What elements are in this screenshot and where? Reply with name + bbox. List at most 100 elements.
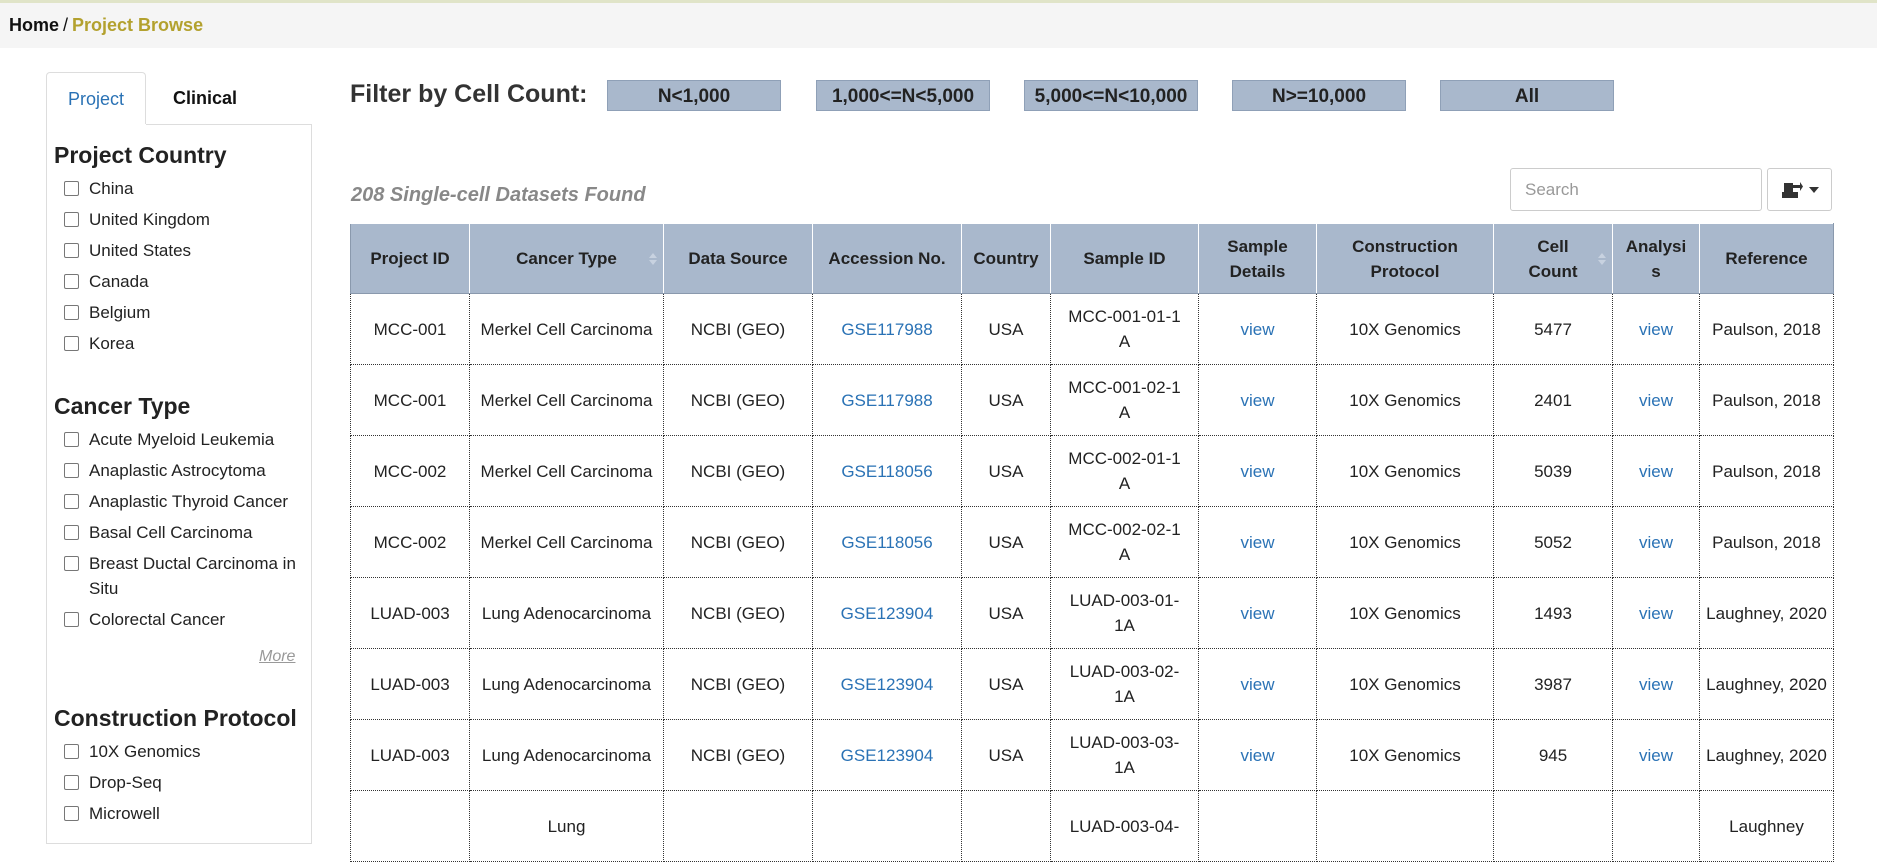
- filter-label: Filter by Cell Count:: [350, 80, 588, 108]
- search-input[interactable]: [1510, 168, 1762, 211]
- checkbox[interactable]: [64, 612, 79, 627]
- filter-group-title-cancer-type: Cancer Type: [54, 393, 191, 419]
- accession-link[interactable]: GSE117988: [841, 391, 932, 410]
- cell-sample-id: LUAD-003-03-1A: [1050, 719, 1199, 791]
- col-header-cancer-type[interactable]: Cancer Type: [469, 223, 664, 294]
- analysis-link[interactable]: view: [1639, 746, 1673, 765]
- checkbox[interactable]: [64, 525, 79, 540]
- cancer-option-breast-ductal[interactable]: Breast Ductal Carcinoma in Situ: [64, 554, 304, 601]
- protocol-option-10x[interactable]: 10X Genomics: [64, 742, 201, 764]
- accession-link[interactable]: GSE123904: [841, 675, 934, 694]
- checkbox[interactable]: [64, 463, 79, 478]
- breadcrumb-home[interactable]: Home: [9, 15, 59, 35]
- cell-protocol: 10X Genomics: [1316, 719, 1494, 791]
- cancer-option-aml[interactable]: Acute Myeloid Leukemia: [64, 430, 274, 452]
- country-option-canada[interactable]: Canada: [64, 272, 149, 294]
- export-icon: [1781, 181, 1803, 198]
- col-header-accession[interactable]: Accession No.: [812, 223, 962, 294]
- sample-details-link[interactable]: view: [1240, 462, 1274, 481]
- col-header-country[interactable]: Country: [961, 223, 1051, 294]
- export-button[interactable]: [1767, 168, 1832, 211]
- cell-accession: GSE117988: [812, 293, 962, 365]
- accession-link[interactable]: GSE118056: [841, 533, 932, 552]
- checkbox[interactable]: [64, 806, 79, 821]
- cell-analysis: view: [1612, 293, 1700, 365]
- sample-details-link[interactable]: view: [1240, 391, 1274, 410]
- breadcrumb-current: Project Browse: [72, 15, 204, 35]
- filter-button-gte-10000[interactable]: N>=10,000: [1232, 80, 1406, 111]
- checkbox[interactable]: [64, 212, 79, 227]
- breadcrumb-separator: /: [63, 15, 69, 35]
- checkbox[interactable]: [64, 494, 79, 509]
- checkbox[interactable]: [64, 336, 79, 351]
- checkbox[interactable]: [64, 556, 79, 571]
- sample-details-link[interactable]: view: [1240, 746, 1274, 765]
- cell-country: [961, 790, 1051, 862]
- country-option-china[interactable]: China: [64, 179, 133, 201]
- col-header-sample-details[interactable]: Sample Details: [1198, 223, 1317, 294]
- col-header-sample-id[interactable]: Sample ID: [1050, 223, 1199, 294]
- cancer-option-anaplastic-astrocytoma[interactable]: Anaplastic Astrocytoma: [64, 461, 266, 483]
- analysis-link[interactable]: view: [1639, 533, 1673, 552]
- cell-analysis: view: [1612, 506, 1700, 578]
- cell-reference: Paulson, 2018: [1699, 364, 1834, 436]
- col-header-reference[interactable]: Reference: [1699, 223, 1834, 294]
- analysis-link[interactable]: view: [1639, 391, 1673, 410]
- cell-accession: GSE118056: [812, 435, 962, 507]
- filter-button-5000-10000[interactable]: 5,000<=N<10,000: [1024, 80, 1198, 111]
- cell-cell-count: 5052: [1493, 506, 1613, 578]
- checkbox[interactable]: [64, 305, 79, 320]
- accession-link[interactable]: GSE123904: [841, 604, 934, 623]
- results-summary: 208 Single-cell Datasets Found: [351, 184, 646, 206]
- table-row: MCC-001 Merkel Cell Carcinoma NCBI (GEO) GS…: [350, 293, 1834, 365]
- accession-link[interactable]: GSE118056: [841, 462, 932, 481]
- cell-protocol: 10X Genomics: [1316, 648, 1494, 720]
- cell-country: USA: [961, 648, 1051, 720]
- sample-details-link[interactable]: view: [1240, 533, 1274, 552]
- sample-details-link[interactable]: view: [1240, 604, 1274, 623]
- protocol-option-microwell[interactable]: Microwell: [64, 804, 160, 826]
- cell-data-source: NCBI (GEO): [663, 648, 813, 720]
- cell-sample-id: LUAD-003-01-1A: [1050, 577, 1199, 649]
- col-header-project-id[interactable]: Project ID: [350, 223, 470, 294]
- cancer-option-anaplastic-thyroid[interactable]: Anaplastic Thyroid Cancer: [64, 492, 288, 514]
- filter-button-lt-1000[interactable]: N<1,000: [607, 80, 781, 111]
- cell-sample-id: MCC-002-01-1A: [1050, 435, 1199, 507]
- country-option-united-kingdom[interactable]: United Kingdom: [64, 210, 210, 232]
- protocol-option-dropseq[interactable]: Drop-Seq: [64, 773, 162, 795]
- col-header-cell-count[interactable]: Cell Count: [1493, 223, 1613, 294]
- cell-data-source: [663, 790, 813, 862]
- sample-details-link[interactable]: view: [1240, 320, 1274, 339]
- cell-sample-details: view: [1198, 577, 1317, 649]
- checkbox[interactable]: [64, 775, 79, 790]
- checkbox[interactable]: [64, 432, 79, 447]
- sample-details-link[interactable]: view: [1240, 675, 1274, 694]
- checkbox[interactable]: [64, 274, 79, 289]
- cell-accession: [812, 790, 962, 862]
- analysis-link[interactable]: view: [1639, 604, 1673, 623]
- checkbox[interactable]: [64, 243, 79, 258]
- cancer-option-basal-cell[interactable]: Basal Cell Carcinoma: [64, 523, 252, 545]
- country-option-united-states[interactable]: United States: [64, 241, 191, 263]
- col-header-analysis[interactable]: Analysis: [1612, 223, 1700, 294]
- country-option-korea[interactable]: Korea: [64, 334, 134, 356]
- analysis-link[interactable]: view: [1639, 320, 1673, 339]
- col-header-protocol[interactable]: Construction Protocol: [1316, 223, 1494, 294]
- cell-analysis: [1612, 790, 1700, 862]
- checkbox[interactable]: [64, 181, 79, 196]
- accession-link[interactable]: GSE123904: [841, 746, 934, 765]
- cell-country: USA: [961, 719, 1051, 791]
- analysis-link[interactable]: view: [1639, 462, 1673, 481]
- tab-clinical[interactable]: Clinical: [150, 72, 260, 124]
- analysis-link[interactable]: view: [1639, 675, 1673, 694]
- checkbox[interactable]: [64, 744, 79, 759]
- filter-button-1000-5000[interactable]: 1,000<=N<5,000: [816, 80, 990, 111]
- country-option-belgium[interactable]: Belgium: [64, 303, 150, 325]
- cancer-option-colorectal[interactable]: Colorectal Cancer: [64, 610, 225, 632]
- more-link[interactable]: More: [259, 648, 295, 666]
- filter-button-all[interactable]: All: [1440, 80, 1614, 111]
- tab-project[interactable]: Project: [46, 72, 146, 124]
- cell-project-id: [350, 790, 470, 862]
- col-header-data-source[interactable]: Data Source: [663, 223, 813, 294]
- accession-link[interactable]: GSE117988: [841, 320, 932, 339]
